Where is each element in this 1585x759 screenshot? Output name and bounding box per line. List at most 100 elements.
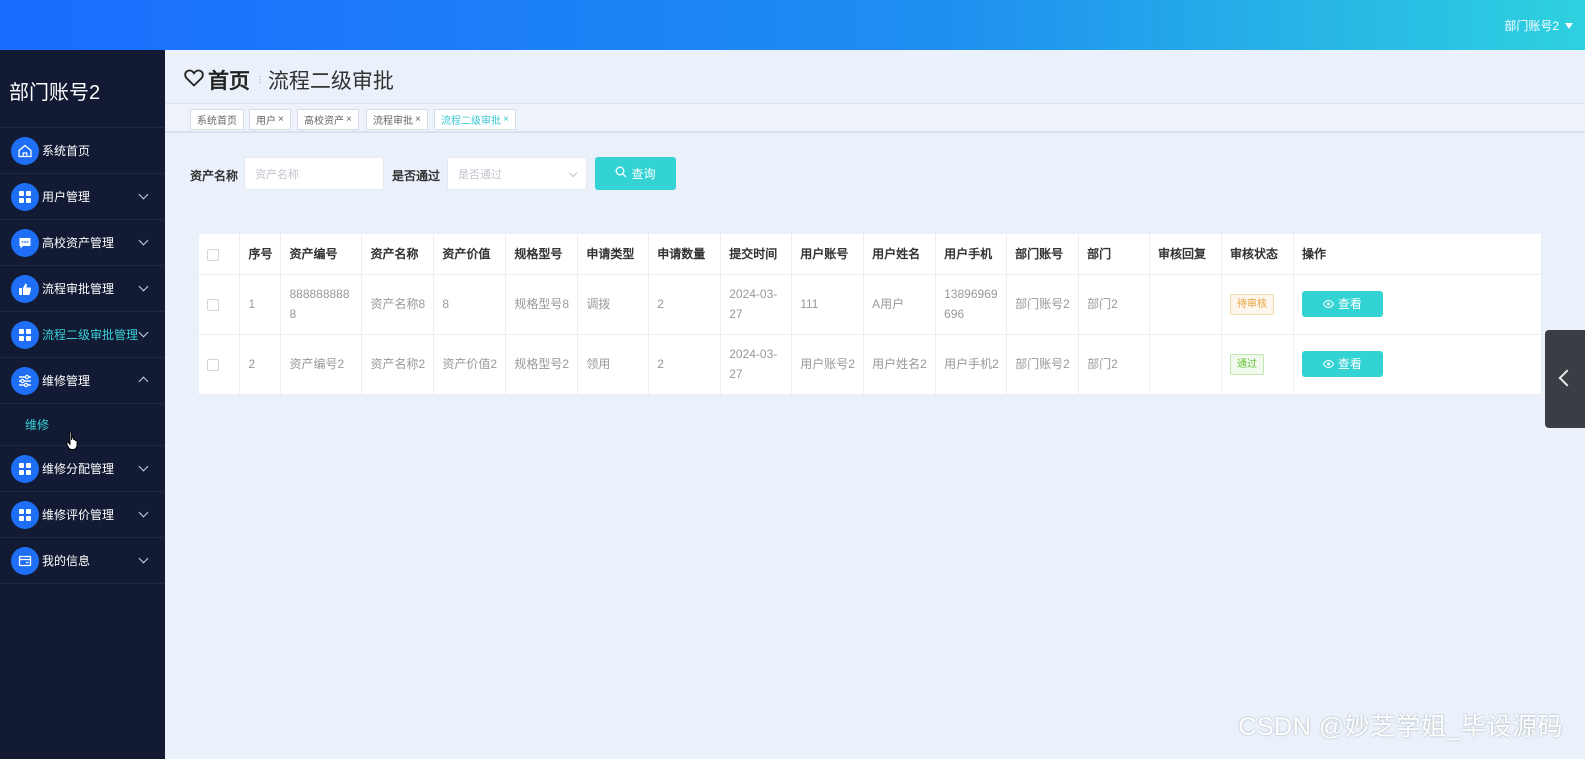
cell-reply <box>1149 274 1222 335</box>
status-badge: 待审核 <box>1229 294 1274 315</box>
sidebar-item-approval[interactable]: 流程审批管理 <box>0 266 165 312</box>
chevron-down-icon <box>138 189 149 200</box>
cell-spec: 规格型号8 <box>505 274 579 335</box>
chevron-up-icon <box>138 376 149 387</box>
sidebar-item-users[interactable]: 用户管理 <box>0 174 165 220</box>
cell-submit-time: 2024-03-27 <box>720 274 793 335</box>
column-header: 规格型号 <box>505 234 579 275</box>
cell-reply <box>1149 334 1222 395</box>
column-header: 资产编号 <box>280 234 363 275</box>
chevron-down-icon <box>568 168 578 178</box>
sidebar-item-label: 高校资产管理 <box>42 236 115 250</box>
tab-label: 高校资产 <box>304 116 344 127</box>
tab-users[interactable]: 用户 × <box>249 109 291 130</box>
asset-name-input[interactable]: 资产名称 <box>244 157 384 190</box>
sidebar-item-second-approval[interactable]: 流程二级审批管理 <box>0 312 165 358</box>
cell-phone: 用户手机2 <box>935 334 1008 395</box>
chevron-down-icon <box>138 461 149 472</box>
sliders-icon <box>11 366 39 395</box>
cell-action: 查看 <box>1293 274 1543 335</box>
column-header: 序号 <box>239 234 282 275</box>
eye-icon <box>1322 354 1334 374</box>
sidebar-item-label: 维修评价管理 <box>42 508 115 522</box>
cell-text: 2024-03-27 <box>729 347 778 381</box>
row-select-cell <box>199 274 241 335</box>
sidebar-item-repair[interactable]: 维修管理 <box>0 358 165 404</box>
cell-phone: 13896969696 <box>935 274 1008 335</box>
chevron-down-icon <box>138 327 149 338</box>
tab-label: 流程审批 <box>373 116 413 127</box>
breadcrumb-home[interactable]: 首页 <box>208 65 250 95</box>
chevron-down-icon <box>138 553 149 564</box>
cell-qty: 2 <box>648 334 722 395</box>
column-header: 申请类型 <box>577 234 650 275</box>
tab-approval[interactable]: 流程审批 × <box>366 109 428 130</box>
view-button[interactable]: 查看 <box>1301 291 1383 317</box>
sidebar-item-label: 系统首页 <box>42 144 91 158</box>
cell-user-name: A用户 <box>863 274 937 335</box>
sidebar-item-repair-assign[interactable]: 维修分配管理 <box>0 446 165 492</box>
select-all-cell <box>199 234 241 275</box>
sidebar: 部门账号2 系统首页 用户管理 高校资产管理 流程审批管理 流程二级审批管理 维… <box>0 50 165 759</box>
cell-action: 查看 <box>1293 334 1543 395</box>
chevron-down-icon <box>138 507 149 518</box>
sidebar-item-assets[interactable]: 高校资产管理 <box>0 220 165 266</box>
sidebar-subitem-repair[interactable]: 维修 <box>0 404 165 450</box>
column-header: 操作 <box>1293 234 1543 275</box>
row-checkbox[interactable] <box>207 358 219 371</box>
cell-asset-value: 8 <box>433 274 507 335</box>
row-checkbox[interactable] <box>207 298 219 311</box>
cell-dept: 部门2 <box>1078 334 1151 395</box>
tab-assets[interactable]: 高校资产 × <box>297 109 359 130</box>
cell-asset-name: 资产名称8 <box>361 274 435 335</box>
tab-second-approval[interactable]: 流程二级审批 × <box>434 109 516 130</box>
caret-down-icon <box>1565 22 1573 29</box>
column-header: 提交时间 <box>720 234 793 275</box>
heart-icon <box>184 69 204 92</box>
tab-label: 用户 <box>256 116 276 127</box>
chevron-down-icon <box>138 281 149 292</box>
cell-no: 1 <box>239 274 282 335</box>
asset-name-label: 资产名称 <box>190 169 239 183</box>
user-menu[interactable]: 部门账号2 <box>1504 17 1573 34</box>
table-row: 1 8888888888 资产名称8 8 规格型号8 调拨 2 2024-03-… <box>199 274 1543 335</box>
status-badge: 通过 <box>1229 354 1264 375</box>
breadcrumb-separator: ⁝ <box>258 73 262 87</box>
column-header: 用户姓名 <box>863 234 937 275</box>
pass-select[interactable]: 是否通过 <box>447 157 587 190</box>
close-icon[interactable]: × <box>415 114 421 125</box>
grid-icon <box>11 500 39 529</box>
close-icon[interactable]: × <box>278 114 284 125</box>
pass-select-placeholder: 是否通过 <box>458 168 502 181</box>
column-header: 审核回复 <box>1149 234 1222 275</box>
cell-user-name: 用户姓名2 <box>863 334 937 395</box>
column-header: 资产价值 <box>433 234 507 275</box>
sidebar-item-my-info[interactable]: 我的信息 <box>0 538 165 584</box>
column-header: 用户账号 <box>791 234 865 275</box>
tab-system-home[interactable]: 系统首页 <box>190 109 244 130</box>
sidebar-item-home[interactable]: 系统首页 <box>0 128 165 174</box>
thumbs-up-icon <box>11 274 39 303</box>
sidebar-item-label: 流程审批管理 <box>42 282 115 296</box>
grid-icon <box>11 182 39 211</box>
sidebar-item-repair-review[interactable]: 维修评价管理 <box>0 492 165 538</box>
query-button[interactable]: 查询 <box>595 157 676 190</box>
user-name: 部门账号2 <box>1504 19 1559 33</box>
cell-asset-name: 资产名称2 <box>361 334 435 395</box>
select-all-checkbox[interactable] <box>207 248 219 261</box>
cell-spec: 规格型号2 <box>505 334 579 395</box>
cell-asset-code: 8888888888 <box>280 274 363 335</box>
close-icon[interactable]: × <box>503 114 509 125</box>
table-row: 2 资产编号2 资产名称2 资产价值2 规格型号2 领用 2 2024-03-2… <box>199 334 1543 395</box>
cell-dept-account: 部门账号2 <box>1006 334 1080 395</box>
cell-text: 2024-03-27 <box>729 287 778 321</box>
settings-drawer-toggle[interactable] <box>1545 330 1585 428</box>
grid-icon <box>11 320 39 349</box>
sidebar-item-label: 维修分配管理 <box>42 462 115 476</box>
close-icon[interactable]: × <box>346 114 352 125</box>
cell-status: 待审核 <box>1221 274 1294 335</box>
breadcrumb-current: 流程二级审批 <box>267 70 394 93</box>
view-button[interactable]: 查看 <box>1301 351 1383 377</box>
sidebar-item-label: 用户管理 <box>42 190 91 204</box>
search-icon <box>615 166 627 181</box>
